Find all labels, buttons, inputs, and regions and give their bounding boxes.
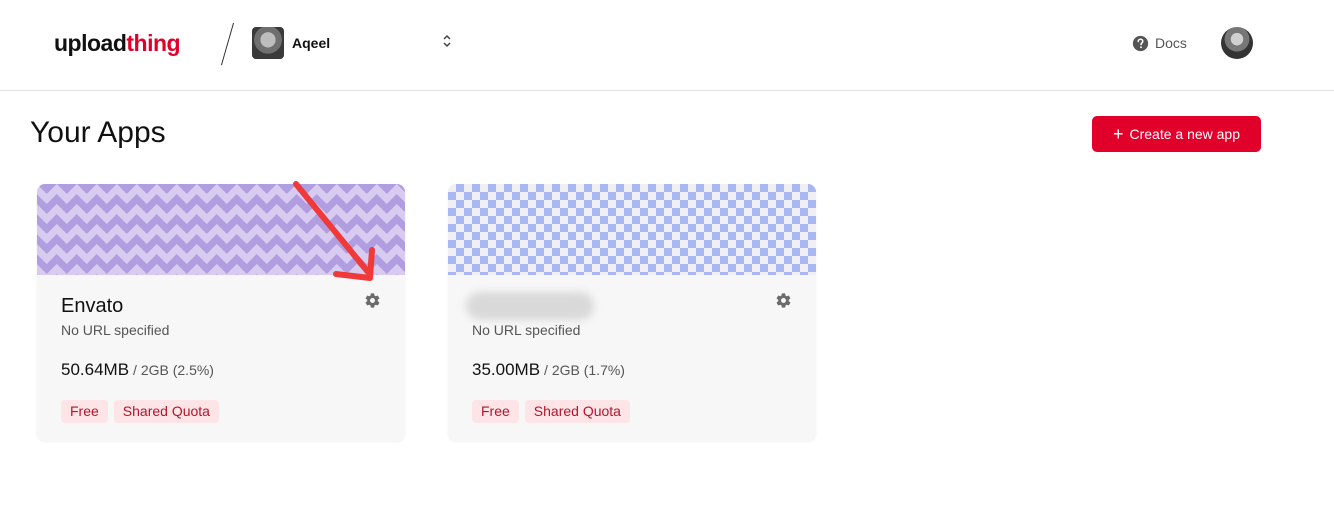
breadcrumb-divider [220,22,235,66]
usage-value: 35.00MB [472,360,541,379]
docs-label: Docs [1155,35,1187,51]
plus-icon: + [1112,123,1124,144]
gear-icon[interactable] [364,292,381,309]
create-new-app-button[interactable]: + Create a new app [1092,116,1261,152]
badge-quota: Shared Quota [524,400,630,423]
team-avatar [252,27,284,59]
top-header: uploadthing Aqeel Docs [0,0,1334,91]
gear-icon[interactable] [775,292,792,309]
question-circle-icon [1132,35,1149,52]
chevron-up-down-icon [442,34,452,50]
badge-quota: Shared Quota [113,400,219,423]
badge-plan: Free [61,400,108,423]
app-badges: Free Shared Quota [61,400,225,423]
quota-value: / 2GB (2.5%) [133,362,214,378]
app-card-2[interactable]: No URL specified 35.00MB/ 2GB (1.7%) Fre… [448,184,816,441]
team-name: Aqeel [292,35,331,51]
app-banner-pattern [448,184,816,275]
page-title: Your Apps [30,116,166,149]
uploadthing-logo[interactable]: uploadthing [54,30,181,57]
app-url: No URL specified [61,322,170,338]
annotation-arrow [293,181,375,281]
app-usage: 35.00MB/ 2GB (1.7%) [472,360,625,380]
app-badges: Free Shared Quota [472,400,636,423]
app-name-redacted [466,292,594,320]
logo-part-upload: upload [54,30,127,56]
team-switcher[interactable]: Aqeel [252,27,462,59]
create-new-app-label: Create a new app [1129,125,1241,142]
logo-part-thing: thing [126,30,181,56]
quota-value: / 2GB (1.7%) [544,362,625,378]
app-url: No URL specified [472,322,581,338]
app-usage: 50.64MB/ 2GB (2.5%) [61,360,214,380]
user-avatar[interactable] [1221,27,1253,59]
app-name: Envato [61,295,124,317]
usage-value: 50.64MB [61,360,130,379]
badge-plan: Free [472,400,519,423]
